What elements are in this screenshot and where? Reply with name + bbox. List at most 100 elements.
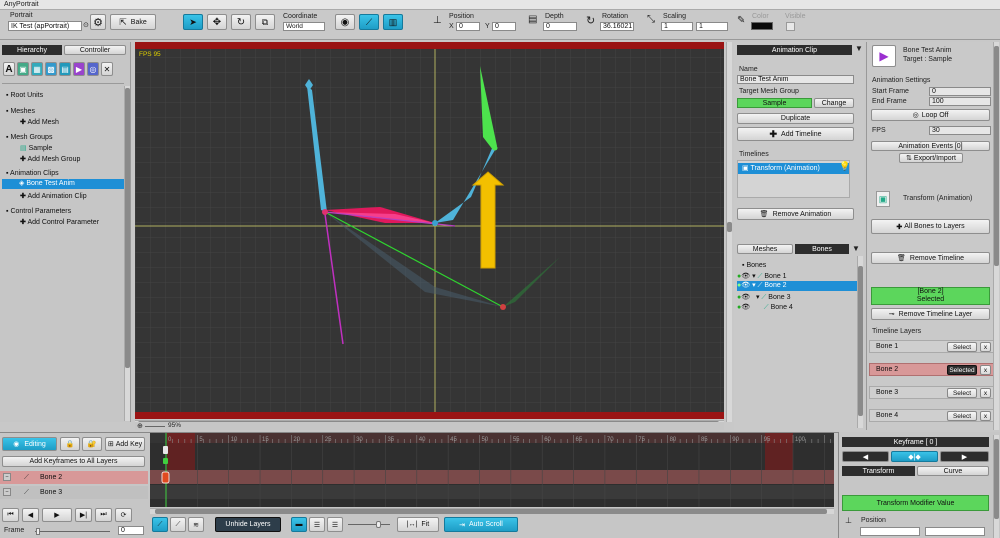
last-frame-button[interactable]: ⏭ [95,508,112,522]
key-center-button[interactable]: ◆|◆ [891,451,938,462]
change-button[interactable]: Change [814,98,854,108]
timeline-zoom-slider[interactable] [348,524,390,525]
mesh-view-button[interactable]: ▥ [383,14,403,30]
next-frame-button[interactable]: ▶| [75,508,92,522]
tree-add-mesh[interactable]: ✚ Add Mesh [20,118,59,126]
portrait-picker-icon[interactable]: ⊙ [83,21,89,29]
duplicate-button[interactable]: Duplicate [737,113,854,124]
add-keyframes-all-button[interactable]: Add Keyframes to All Layers [2,456,145,467]
fit-button[interactable]: |↔| Fit [397,517,439,532]
loop-button[interactable]: ⟳ [115,508,132,522]
timeline-item-transform[interactable]: ▣ Transform (Animation) [738,163,849,174]
zoom-slider[interactable] [145,426,165,427]
filter-param-icon[interactable]: ◎ [87,62,99,76]
frame-slider-knob[interactable] [36,528,40,535]
kf-position-field[interactable] [860,527,920,536]
end-frame-field[interactable]: 100 [929,97,991,106]
all-bones-to-layers-button[interactable]: ✚ All Bones to Layers [871,219,990,234]
fps-field[interactable]: 30 [929,126,991,135]
eye-icon[interactable]: 👁 [741,294,750,301]
tree-add-mesh-group[interactable]: ✚ Add Mesh Group [20,155,80,163]
anim-clip-dropdown-icon[interactable]: ▼ [855,44,863,53]
kf-position-field-y[interactable] [925,527,985,536]
bone-row-1[interactable]: ●👁 ▾ ⟋ Bone 1 [737,272,787,281]
inspector-scrollbar[interactable] [993,42,999,430]
bone-row-4[interactable]: ●👁 ⟋ Bone 4 [737,303,793,312]
keyframe-scrollbar[interactable] [993,435,999,538]
select-layer-button[interactable]: Select [947,411,977,421]
remove-layer-x-button[interactable]: x [980,342,991,352]
keyframe-summary[interactable] [163,446,168,454]
portrait-field[interactable]: IK Test (apPortrait) [8,21,82,31]
hierarchy-scrollbar[interactable] [124,86,130,421]
selected-layer-button[interactable]: Selected [947,365,977,375]
row-size-small-button[interactable]: ▬ [291,517,307,532]
animation-events-button[interactable]: Animation Events [0] [871,141,990,151]
timeline-hscroll[interactable] [150,508,834,514]
filter-group-icon[interactable]: ▤ [59,62,71,76]
timeline-row-bone-3[interactable]: – ⟋ Bone 3 [0,486,148,499]
tab-curve[interactable]: Curve [917,466,989,476]
frame-slider[interactable] [35,531,110,532]
viewport-vscroll[interactable] [726,42,732,422]
bones-root[interactable]: ▪ Bones [742,262,766,269]
select-tool-button[interactable]: ➤ [183,14,203,30]
timeline-hscroll-thumb[interactable] [155,509,827,514]
tree-animation-clips[interactable]: ▪ Animation Clips [6,170,59,177]
onion-button[interactable]: ◉ [335,14,355,30]
remove-animation-button[interactable]: 🗑 Remove Animation [737,208,854,220]
tree-bone-test-anim[interactable]: ◈ Bone Test Anim [2,179,124,189]
joint-2[interactable] [432,220,438,226]
tab-bones[interactable]: Bones [795,244,849,254]
scroll-thumb[interactable] [858,266,863,416]
row-size-large-button[interactable]: ☰ [327,517,343,532]
layer-row-bone-3[interactable]: Bone 3 Select x [869,386,994,399]
name-field[interactable]: Bone Test Anim [737,75,854,84]
add-key-button[interactable]: ⊞ Add Key [105,437,145,451]
color-swatch[interactable] [751,22,773,30]
prev-frame-button[interactable]: ◀ [22,508,39,522]
bones-dropdown-icon[interactable]: ▼ [852,244,860,253]
eye-icon[interactable]: 👁 [741,304,750,311]
pos-x-field[interactable]: 0 [456,22,480,31]
scale-tool-button[interactable]: ⧉ [255,14,275,30]
row-toggle-icon[interactable]: – [3,488,11,496]
keyframe-bone-2[interactable] [161,471,170,484]
remove-layer-x-button[interactable]: x [980,365,991,375]
anim-panel-scrollbar[interactable] [857,256,863,428]
eye-icon[interactable]: 👁 [741,282,750,289]
first-frame-button[interactable]: ⏮ [2,508,19,522]
eye-icon[interactable]: 👁 [741,273,750,280]
row-size-medium-button[interactable]: ☰ [309,517,325,532]
timeline-canvas[interactable]: 0 5 10 15 20 25 30 35 40 45 50 55 60 65 70 75 80 85 90 95 10… [150,433,834,507]
keyframe-summary-active[interactable] [163,458,168,464]
timeline-track-area[interactable]: 0 5 10 15 20 25 30 35 40 45 50 55 60 65 70 75 80 85 90 95 10… [150,433,834,507]
scale-y-field[interactable]: 1 [696,22,728,31]
add-timeline-button[interactable]: ✚ Add Timeline [737,127,854,141]
select-layer-button[interactable]: Select [947,388,977,398]
tab-hierarchy[interactable]: Hierarchy [2,45,62,55]
auto-scroll-button[interactable]: ⇥ Auto Scroll [444,517,518,532]
bone-row-3[interactable]: ●👁 ▾ ⟋ Bone 3 [737,293,790,302]
timeline-mode-1-button[interactable]: ⟋ [152,517,168,532]
tab-controller[interactable]: Controller [64,45,126,55]
filter-portrait-icon[interactable]: ▣ [17,62,29,76]
filter-anim-icon[interactable]: ▶ [73,62,85,76]
layer-lock-button[interactable]: 🔐 [82,437,102,451]
pos-y-field[interactable]: 0 [492,22,516,31]
next-key-button[interactable]: ▶ [940,451,989,462]
rotation-field[interactable]: 36.16021 [600,22,634,31]
bone-view-button[interactable]: ⟋ [359,14,379,30]
remove-layer-x-button[interactable]: x [980,411,991,421]
joint-1[interactable] [322,209,328,215]
tree-sample[interactable]: ▤ Sample [20,144,52,152]
timeline-row-bone-2[interactable]: – ⟋ Bone 2 [0,471,148,484]
scale-x-field[interactable]: 1 [661,22,693,31]
remove-timeline-layer-button[interactable]: ⊸ Remove Timeline Layer [871,308,990,320]
coordinate-select[interactable]: World [283,22,325,31]
vscroll-thumb[interactable] [727,222,732,232]
tab-meshes[interactable]: Meshes [737,244,793,254]
bake-button[interactable]: ⇱ Bake [110,14,156,30]
prev-key-button[interactable]: ◀ [842,451,889,462]
filter-mesh-icon[interactable]: ▩ [45,62,57,76]
